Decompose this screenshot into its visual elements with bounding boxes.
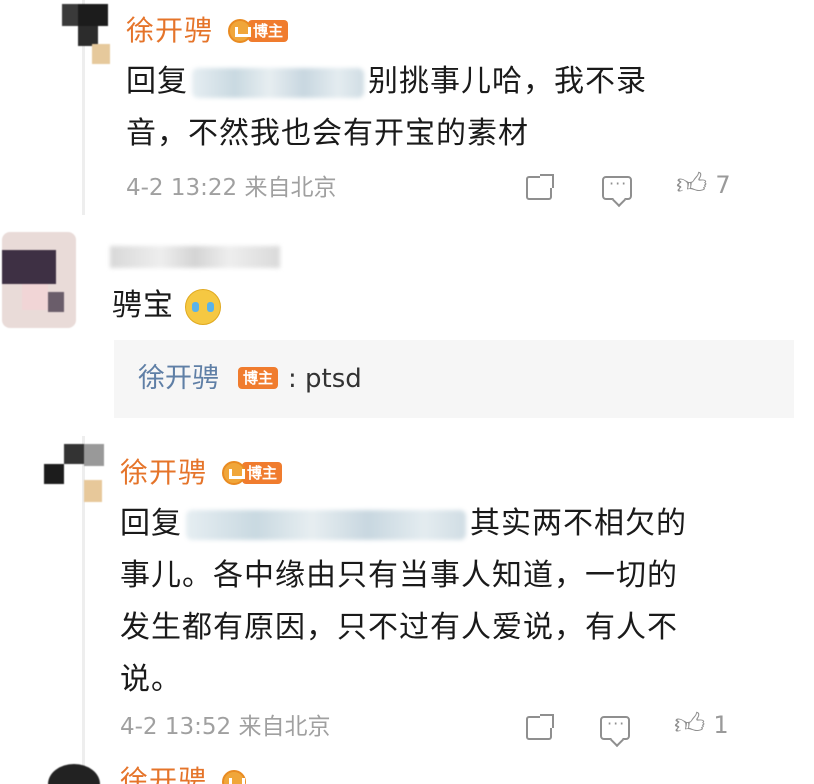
comment-text-line: 说。 xyxy=(120,662,182,697)
crying-emoji xyxy=(184,288,221,325)
comment-text-line: 别挑事儿哈，我不录 xyxy=(368,64,647,99)
comment-location: 来自北京 xyxy=(238,714,331,740)
like-button[interactable]: 👍︎ 7 xyxy=(676,170,731,200)
comment-icon xyxy=(600,714,630,740)
comment-thread: 徐开骋 博主 回复 别挑事儿哈，我不录 音，不然我也会有开宝的素材 4-2 13:… xyxy=(0,0,814,784)
crown-icon xyxy=(222,461,246,485)
like-button[interactable]: 👍︎ 1 xyxy=(674,710,729,740)
sub-reply[interactable]: 徐开骋 博主 : ptsd xyxy=(114,340,794,418)
crown-icon xyxy=(222,770,246,784)
share-icon xyxy=(526,174,554,200)
comment-text-line: 骋宝 xyxy=(112,288,174,323)
like-count: 1 xyxy=(713,711,729,739)
like-count: 7 xyxy=(715,171,731,199)
reply-button[interactable] xyxy=(602,174,632,200)
blurred-username xyxy=(186,509,466,540)
comment-date: 4-2 13:22 xyxy=(126,175,238,201)
comment-text-line: 其实两不相欠的 xyxy=(470,506,687,541)
crown-icon xyxy=(228,19,252,43)
reply-button[interactable] xyxy=(600,714,630,740)
blogger-badge: 博主 xyxy=(228,17,289,45)
comment-text-line: 音，不然我也会有开宝的素材 xyxy=(126,116,529,151)
blogger-badge xyxy=(222,768,246,784)
comment-author[interactable]: 徐开骋 xyxy=(126,14,213,48)
comment-meta: 4-2 13:52 来自北京 xyxy=(120,712,330,742)
comment-date: 4-2 13:52 xyxy=(120,714,232,740)
avatar[interactable] xyxy=(62,4,110,64)
comment-meta: 4-2 13:22 来自北京 xyxy=(126,173,336,203)
share-button[interactable] xyxy=(526,714,554,740)
blogger-badge: 博主 xyxy=(222,459,283,487)
comment-location: 来自北京 xyxy=(244,175,337,201)
comment-icon xyxy=(602,174,632,200)
blurred-username xyxy=(192,67,364,98)
avatar[interactable] xyxy=(44,444,104,506)
avatar[interactable] xyxy=(2,232,76,328)
comment-text-line: 事儿。各中缘由只有当事人知道，一切的 xyxy=(120,558,678,593)
reply-prefix: 回复 xyxy=(120,506,182,541)
sub-reply-author[interactable]: 徐开骋 xyxy=(138,362,219,396)
comment-text: 回复 其实两不相欠的 事儿。各中缘由只有当事人知道，一切的 发生都有原因，只不过有… xyxy=(120,498,780,706)
blurred-username xyxy=(110,246,280,268)
like-icon: 👍︎ xyxy=(676,167,708,202)
avatar[interactable] xyxy=(48,764,100,784)
comment-author[interactable]: 徐开骋 xyxy=(120,764,207,784)
badge-label: 博主 xyxy=(238,367,279,389)
comment-text: 骋宝 xyxy=(112,280,221,332)
badge-label: 博主 xyxy=(242,462,283,484)
like-icon: 👍︎ xyxy=(674,707,706,742)
comment-author[interactable]: 徐开骋 xyxy=(120,456,207,490)
comment-text-line: 发生都有原因，只不过有人爱说，有人不 xyxy=(120,610,678,645)
share-button[interactable] xyxy=(526,174,554,200)
reply-prefix: 回复 xyxy=(126,64,188,99)
share-icon xyxy=(526,714,554,740)
comment-text: 回复 别挑事儿哈，我不录 音，不然我也会有开宝的素材 xyxy=(126,56,766,160)
sub-reply-text: : ptsd xyxy=(288,364,362,394)
badge-label: 博主 xyxy=(248,20,289,42)
